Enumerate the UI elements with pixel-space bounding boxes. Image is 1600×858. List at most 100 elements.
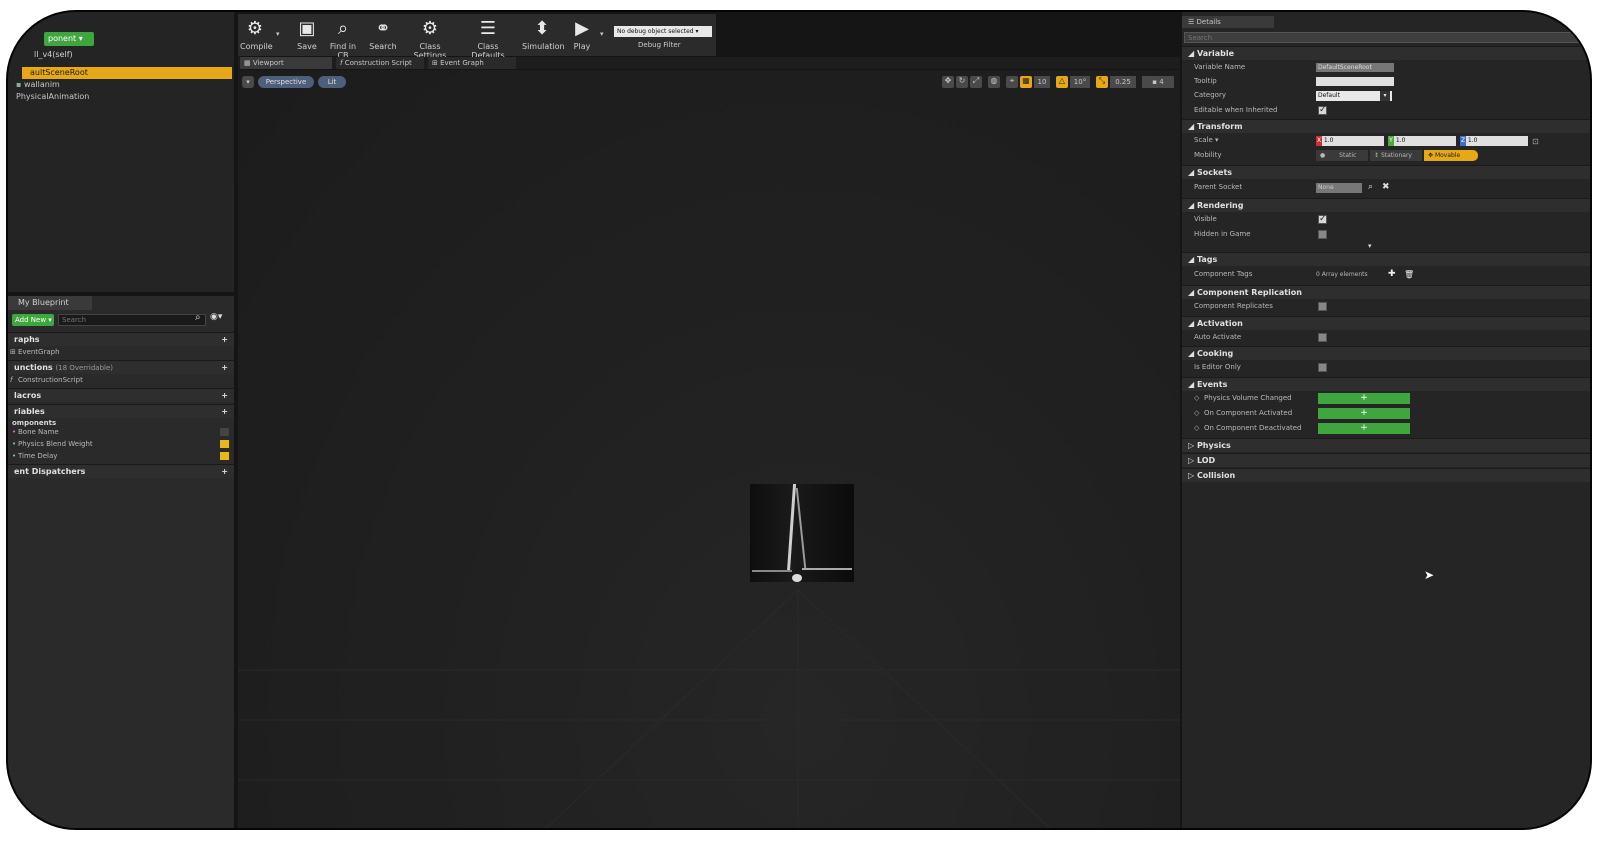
section-physics[interactable]: ▷ Physics — [1182, 438, 1590, 452]
viewport[interactable]: ▾ Perspective Lit ✥ ↻ ⤢ ◍ ⌖ ▦ 10 △ 10° ⤡… — [238, 70, 1180, 828]
clear-icon[interactable]: ✖ — [1382, 180, 1390, 195]
variable-time-delay[interactable]: • Time Delay — [8, 450, 234, 462]
chevron-down-icon[interactable]: ▾ — [276, 30, 280, 38]
eye-closed-icon[interactable] — [220, 428, 229, 436]
scale-label[interactable]: Scale ▾ — [1194, 133, 1219, 148]
auto-activate-checkbox[interactable] — [1318, 333, 1327, 342]
variable-name-label: Variable Name — [1194, 63, 1246, 71]
section-tags[interactable]: ◢ Tags — [1182, 252, 1590, 266]
tree-item-default-scene-root[interactable]: aultSceneRoot — [22, 67, 232, 79]
mobility-static-button[interactable]: ● Static — [1316, 150, 1368, 161]
details-tab-label: Details — [1196, 18, 1221, 26]
tree-item-physical-animation[interactable]: PhysicalAnimation — [16, 92, 89, 101]
save-button[interactable]: ▣ Save — [294, 14, 320, 56]
section-variable[interactable]: ◢ Variable — [1182, 46, 1590, 60]
eye-open-icon[interactable] — [220, 452, 229, 460]
class-settings-button[interactable]: ⚙ Class Settings — [404, 14, 456, 60]
play-options-icon[interactable]: ▾ — [600, 30, 604, 38]
lock-icon[interactable]: ⊡ — [1532, 134, 1539, 149]
section-variables[interactable]: riables + — [8, 404, 234, 418]
tab-event-graph-label: Event Graph — [440, 59, 484, 67]
add-new-button[interactable]: Add New ▾ — [12, 314, 54, 326]
debug-object-select[interactable]: No debug object selected ▾ — [614, 26, 712, 37]
trash-icon[interactable]: 🗑 — [1404, 267, 1414, 282]
is-editor-only-checkbox[interactable] — [1318, 363, 1327, 372]
section-cooking[interactable]: ◢ Cooking — [1182, 346, 1590, 360]
find-in-cb-button[interactable]: ⌕ Find in CB — [324, 14, 362, 60]
hidden-in-game-checkbox[interactable] — [1318, 230, 1327, 239]
compile-icon: ⚙ — [246, 18, 264, 39]
class-defaults-button[interactable]: ☰ Class Defaults — [462, 14, 514, 60]
mobility-stationary-button[interactable]: ↕ Stationary — [1370, 150, 1422, 161]
event-diamond-icon: ◇ — [1194, 409, 1200, 417]
tab-my-blueprint[interactable]: My Blueprint — [8, 296, 92, 310]
variable-physics-blend-weight[interactable]: • Physics Blend Weight — [8, 438, 234, 450]
mesh-preview[interactable] — [750, 484, 854, 582]
variable-label: Time Delay — [18, 452, 58, 460]
tree-item-wallanim[interactable]: ▪ wallanim — [16, 80, 60, 89]
blueprint-search-input[interactable] — [58, 314, 206, 326]
my-blueprint-label: My Blueprint — [18, 298, 69, 307]
section-events[interactable]: ◢ Events — [1182, 377, 1590, 391]
scale-y-value: 1.0 — [1395, 137, 1406, 144]
editable-inherited-label: Editable when Inherited — [1194, 106, 1278, 114]
search-icon[interactable]: ⌕ — [1368, 180, 1373, 195]
self-item[interactable]: ll_v4(self) — [34, 50, 73, 59]
eye-icon[interactable]: ◉▾ — [210, 312, 222, 322]
add-component-button[interactable]: ponent ▾ — [44, 32, 94, 46]
variable-bone-name[interactable]: • Bone Name — [8, 426, 234, 438]
add-event-button[interactable]: + — [1318, 408, 1410, 419]
section-variables-label: riables — [14, 407, 45, 416]
section-event-dispatchers[interactable]: ent Dispatchers + — [8, 464, 234, 478]
scale-y-field[interactable]: Y 1.0 — [1388, 136, 1456, 146]
tab-event-graph[interactable]: ⊞ Event Graph — [428, 57, 516, 69]
section-rendering[interactable]: ◢ Rendering — [1182, 198, 1590, 212]
add-event-button[interactable]: + — [1318, 423, 1410, 434]
tab-viewport[interactable]: ▦ Viewport — [240, 57, 332, 69]
section-activation[interactable]: ◢ Activation — [1182, 316, 1590, 330]
add-variable-icon[interactable]: + — [221, 405, 228, 418]
scale-z-field[interactable]: Z 1.0 — [1460, 136, 1528, 146]
tree-item-label: wallanim — [23, 80, 60, 89]
section-replication-label: Component Replication — [1196, 288, 1302, 297]
construction-script-item[interactable]: f ConstructionScript — [8, 374, 234, 387]
mesh-pivot — [792, 574, 802, 582]
search-button[interactable]: ⚭ Search — [368, 14, 398, 56]
add-function-icon[interactable]: + — [221, 361, 228, 374]
search-icon[interactable]: ⌕ — [195, 312, 201, 323]
mesh-edge — [786, 484, 797, 572]
category-select[interactable]: Default ▾ — [1316, 91, 1392, 101]
parent-socket-field[interactable]: None — [1316, 183, 1362, 193]
section-functions[interactable]: unctions (18 Overridable) + — [8, 360, 234, 374]
add-event-button[interactable]: + — [1318, 393, 1410, 404]
add-dispatcher-icon[interactable]: + — [221, 465, 228, 478]
section-graphs[interactable]: raphs + — [8, 332, 234, 346]
simulation-button[interactable]: ⬍ Simulation — [522, 14, 565, 56]
component-tags-row: Component Tags 0 Array elements ✚ 🗑 — [1182, 267, 1590, 282]
tab-details[interactable]: ☰ Details — [1182, 16, 1274, 28]
section-transform[interactable]: ◢ Transform — [1182, 119, 1590, 133]
section-lod[interactable]: ▷ LOD — [1182, 453, 1590, 467]
mobility-movable-button[interactable]: ✥ Movable — [1424, 150, 1478, 161]
visible-checkbox[interactable] — [1318, 212, 1327, 227]
add-graph-icon[interactable]: + — [221, 333, 228, 346]
editable-inherited-checkbox[interactable] — [1318, 103, 1327, 118]
add-macro-icon[interactable]: + — [221, 389, 228, 402]
section-collision[interactable]: ▷ Collision — [1182, 468, 1590, 482]
section-component-replication[interactable]: ◢ Component Replication — [1182, 285, 1590, 299]
expand-advanced-icon[interactable]: ▾ — [1368, 242, 1372, 250]
play-button[interactable]: ▶ Play — [568, 14, 596, 56]
scale-x-field[interactable]: X 1.0 — [1316, 136, 1384, 146]
tooltip-field[interactable] — [1316, 77, 1394, 86]
tab-construction-script[interactable]: f Construction Script — [336, 57, 424, 69]
eye-open-icon[interactable] — [220, 440, 229, 448]
add-element-icon[interactable]: ✚ — [1388, 267, 1396, 282]
section-macros[interactable]: lacros + — [8, 388, 234, 402]
event-graph-item[interactable]: ⊞ EventGraph — [8, 346, 234, 359]
component-replicates-checkbox[interactable] — [1318, 302, 1327, 311]
component-replicates-label: Component Replicates — [1194, 302, 1273, 310]
section-sockets[interactable]: ◢ Sockets — [1182, 165, 1590, 179]
compile-button[interactable]: ⚙ Compile — [240, 14, 273, 56]
variable-name-field[interactable]: DefaultSceneRoot — [1316, 63, 1394, 72]
details-search-input[interactable] — [1184, 32, 1590, 43]
